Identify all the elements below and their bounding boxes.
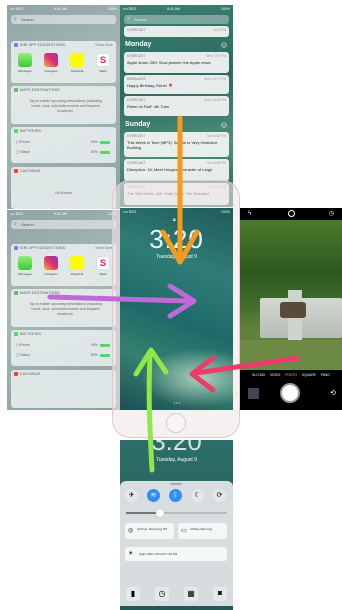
arrow-swipe-up-green xyxy=(146,352,155,473)
gesture-arrows xyxy=(47,115,301,473)
arrow-swipe-right-purple xyxy=(47,294,193,304)
